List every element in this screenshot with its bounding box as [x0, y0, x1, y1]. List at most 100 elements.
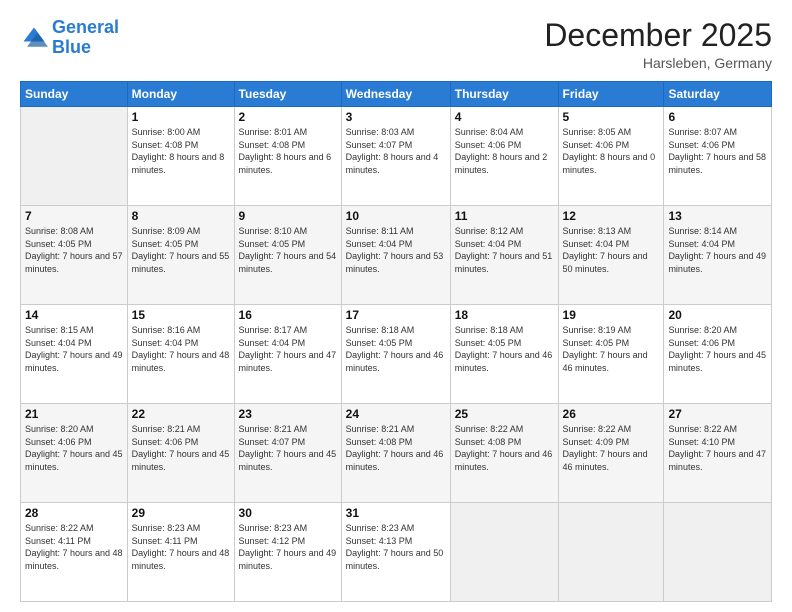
sunrise-text: Sunrise: 8:21 AM: [346, 423, 446, 436]
sunset-text: Sunset: 4:13 PM: [346, 535, 446, 548]
day-number: 6: [668, 110, 767, 124]
daylight-text: Daylight: 7 hours and 54 minutes.: [239, 250, 337, 275]
sunset-text: Sunset: 4:07 PM: [346, 139, 446, 152]
daylight-text: Daylight: 7 hours and 49 minutes.: [668, 250, 767, 275]
sunrise-text: Sunrise: 8:16 AM: [132, 324, 230, 337]
day-info: Sunrise: 8:23 AMSunset: 4:12 PMDaylight:…: [239, 522, 337, 572]
day-cell: 15Sunrise: 8:16 AMSunset: 4:04 PMDayligh…: [127, 305, 234, 404]
day-info: Sunrise: 8:08 AMSunset: 4:05 PMDaylight:…: [25, 225, 123, 275]
col-monday: Monday: [127, 82, 234, 107]
day-info: Sunrise: 8:11 AMSunset: 4:04 PMDaylight:…: [346, 225, 446, 275]
day-number: 26: [563, 407, 660, 421]
daylight-text: Daylight: 7 hours and 46 minutes.: [563, 349, 660, 374]
daylight-text: Daylight: 7 hours and 46 minutes.: [455, 448, 554, 473]
sunrise-text: Sunrise: 8:23 AM: [132, 522, 230, 535]
sunrise-text: Sunrise: 8:07 AM: [668, 126, 767, 139]
sunset-text: Sunset: 4:04 PM: [132, 337, 230, 350]
day-cell: 19Sunrise: 8:19 AMSunset: 4:05 PMDayligh…: [558, 305, 664, 404]
day-cell: 10Sunrise: 8:11 AMSunset: 4:04 PMDayligh…: [341, 206, 450, 305]
day-info: Sunrise: 8:18 AMSunset: 4:05 PMDaylight:…: [455, 324, 554, 374]
sunset-text: Sunset: 4:06 PM: [668, 337, 767, 350]
sunset-text: Sunset: 4:08 PM: [455, 436, 554, 449]
day-number: 30: [239, 506, 337, 520]
calendar-body: 1Sunrise: 8:00 AMSunset: 4:08 PMDaylight…: [21, 107, 772, 602]
logo-line1: General: [52, 17, 119, 37]
day-number: 13: [668, 209, 767, 223]
day-cell: [450, 503, 558, 602]
sunset-text: Sunset: 4:05 PM: [563, 337, 660, 350]
sunrise-text: Sunrise: 8:22 AM: [25, 522, 123, 535]
day-number: 27: [668, 407, 767, 421]
day-info: Sunrise: 8:20 AMSunset: 4:06 PMDaylight:…: [668, 324, 767, 374]
daylight-text: Daylight: 8 hours and 2 minutes.: [455, 151, 554, 176]
sunrise-text: Sunrise: 8:12 AM: [455, 225, 554, 238]
sunrise-text: Sunrise: 8:14 AM: [668, 225, 767, 238]
sunset-text: Sunset: 4:06 PM: [132, 436, 230, 449]
day-cell: 16Sunrise: 8:17 AMSunset: 4:04 PMDayligh…: [234, 305, 341, 404]
sunset-text: Sunset: 4:12 PM: [239, 535, 337, 548]
daylight-text: Daylight: 7 hours and 51 minutes.: [455, 250, 554, 275]
day-number: 12: [563, 209, 660, 223]
day-cell: 22 Sunrise: 8:21 AMSunset: 4:06 PMDayligh…: [127, 404, 234, 503]
sunrise-text: Sunrise: 8:13 AM: [563, 225, 660, 238]
sunset-text: Sunset: 4:08 PM: [346, 436, 446, 449]
day-cell: 21Sunrise: 8:20 AMSunset: 4:06 PMDayligh…: [21, 404, 128, 503]
daylight-text: Daylight: 8 hours and 6 minutes.: [239, 151, 337, 176]
daylight-text: Daylight: 7 hours and 48 minutes.: [25, 547, 123, 572]
logo-text: General Blue: [52, 18, 119, 58]
daylight-text: Daylight: 7 hours and 57 minutes.: [25, 250, 123, 275]
day-cell: 29Sunrise: 8:23 AMSunset: 4:11 PMDayligh…: [127, 503, 234, 602]
sunrise-text: Sunrise: 8:20 AM: [25, 423, 123, 436]
daylight-text: Daylight: 7 hours and 50 minutes.: [563, 250, 660, 275]
day-number: 7: [25, 209, 123, 223]
sunset-text: Sunset: 4:08 PM: [239, 139, 337, 152]
day-info: Sunrise: 8:01 AMSunset: 4:08 PMDaylight:…: [239, 126, 337, 176]
col-wednesday: Wednesday: [341, 82, 450, 107]
day-info: Sunrise: 8:12 AMSunset: 4:04 PMDaylight:…: [455, 225, 554, 275]
daylight-text: Daylight: 7 hours and 45 minutes.: [239, 448, 337, 473]
day-number: 31: [346, 506, 446, 520]
logo: General Blue: [20, 18, 119, 58]
daylight-text: Daylight: 8 hours and 8 minutes.: [132, 151, 230, 176]
day-info: Sunrise: 8:16 AMSunset: 4:04 PMDaylight:…: [132, 324, 230, 374]
sunset-text: Sunset: 4:06 PM: [455, 139, 554, 152]
logo-line2: Blue: [52, 37, 91, 57]
day-info: Sunrise: 8:14 AMSunset: 4:04 PMDaylight:…: [668, 225, 767, 275]
sunset-text: Sunset: 4:05 PM: [25, 238, 123, 251]
day-number: 3: [346, 110, 446, 124]
day-info: Sunrise: 8:23 AMSunset: 4:11 PMDaylight:…: [132, 522, 230, 572]
daylight-text: Daylight: 7 hours and 58 minutes.: [668, 151, 767, 176]
sunrise-text: Sunrise: 8:18 AM: [455, 324, 554, 337]
day-info: Sunrise: 8:21 AMSunset: 4:08 PMDaylight:…: [346, 423, 446, 473]
day-number: 23: [239, 407, 337, 421]
day-cell: 17Sunrise: 8:18 AMSunset: 4:05 PMDayligh…: [341, 305, 450, 404]
daylight-text: Daylight: 7 hours and 46 minutes.: [346, 448, 446, 473]
sunset-text: Sunset: 4:11 PM: [25, 535, 123, 548]
calendar: Sunday Monday Tuesday Wednesday Thursday…: [20, 81, 772, 602]
day-number: 18: [455, 308, 554, 322]
sunrise-text: Sunrise: 8:03 AM: [346, 126, 446, 139]
day-number: 20: [668, 308, 767, 322]
day-info: Sunrise: 8:21 AMSunset: 4:06 PMDaylight:…: [132, 423, 230, 473]
daylight-text: Daylight: 7 hours and 45 minutes.: [25, 448, 123, 473]
day-info: Sunrise: 8:09 AMSunset: 4:05 PMDaylight:…: [132, 225, 230, 275]
day-cell: 13 Sunrise: 8:14 AMSunset: 4:04 PMDayligh…: [664, 206, 772, 305]
day-cell: [21, 107, 128, 206]
daylight-text: Daylight: 7 hours and 47 minutes.: [668, 448, 767, 473]
day-cell: 28Sunrise: 8:22 AMSunset: 4:11 PMDayligh…: [21, 503, 128, 602]
day-number: 4: [455, 110, 554, 124]
day-number: 21: [25, 407, 123, 421]
day-number: 22: [132, 407, 230, 421]
sunset-text: Sunset: 4:04 PM: [668, 238, 767, 251]
sunset-text: Sunset: 4:05 PM: [346, 337, 446, 350]
day-info: Sunrise: 8:19 AMSunset: 4:05 PMDaylight:…: [563, 324, 660, 374]
sunset-text: Sunset: 4:04 PM: [563, 238, 660, 251]
week-row: 7 Sunrise: 8:08 AMSunset: 4:05 PMDaylight…: [21, 206, 772, 305]
sunset-text: Sunset: 4:05 PM: [132, 238, 230, 251]
day-number: 8: [132, 209, 230, 223]
day-info: Sunrise: 8:22 AMSunset: 4:08 PMDaylight:…: [455, 423, 554, 473]
sunset-text: Sunset: 4:09 PM: [563, 436, 660, 449]
day-number: 2: [239, 110, 337, 124]
day-cell: 6Sunrise: 8:07 AMSunset: 4:06 PMDaylight…: [664, 107, 772, 206]
title-block: December 2025 Harsleben, Germany: [544, 18, 772, 71]
